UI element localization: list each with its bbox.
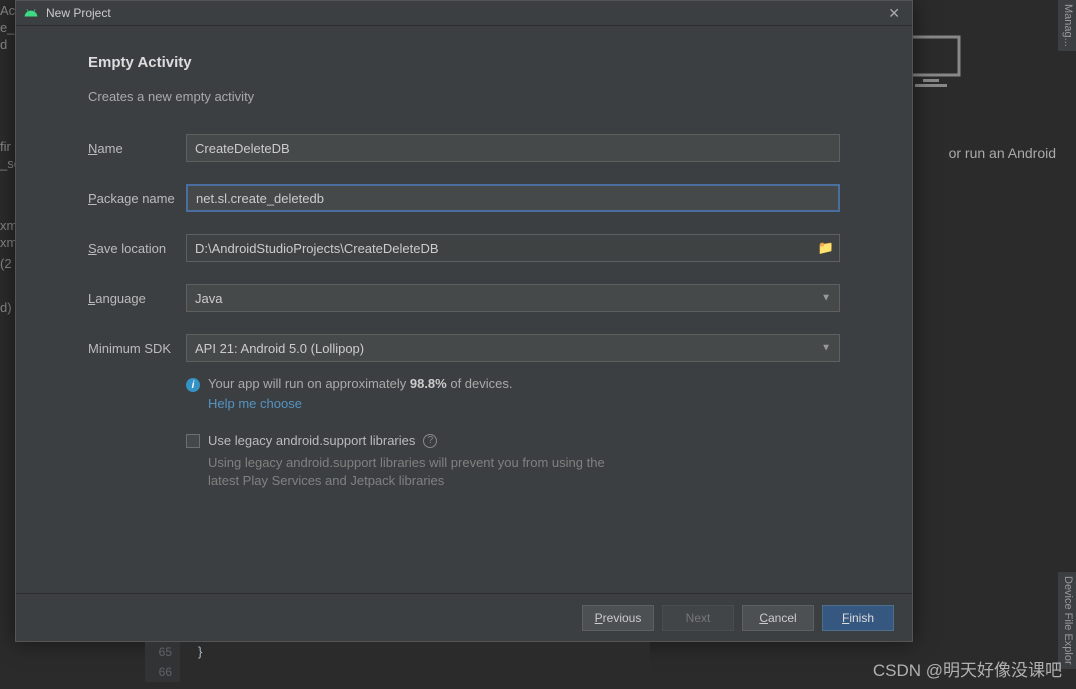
android-icon: [24, 6, 38, 20]
help-icon[interactable]: ?: [423, 434, 437, 448]
code-line: }: [180, 642, 650, 682]
next-button: Next: [662, 605, 734, 631]
bg-frag: d): [0, 300, 12, 315]
save-location-label: Save location: [88, 241, 186, 256]
dialog-content: Empty Activity Creates a new empty activ…: [16, 26, 912, 593]
info-icon: i: [186, 378, 200, 392]
legacy-checkbox-label: Use legacy android.support libraries: [208, 433, 415, 448]
legacy-checkbox[interactable]: [186, 434, 200, 448]
side-tab-explorer[interactable]: Device File Explor: [1058, 572, 1076, 669]
legacy-note: Using legacy android.support libraries w…: [208, 454, 608, 490]
watermark: CSDN @明天好像没课吧: [873, 656, 1062, 681]
finish-button[interactable]: Finish: [822, 605, 894, 631]
previous-button[interactable]: Previous: [582, 605, 654, 631]
bg-frag: (2: [0, 256, 12, 271]
chevron-down-icon: ▼: [821, 343, 831, 354]
name-label: Name: [88, 141, 186, 156]
button-bar: Previous Next Cancel Finish: [16, 593, 912, 641]
min-sdk-select[interactable]: API 21: Android 5.0 (Lollipop) ▼: [186, 334, 840, 362]
language-select[interactable]: Java ▼: [186, 284, 840, 312]
language-label: Language: [88, 291, 186, 306]
new-project-dialog: New Project ✕ Empty Activity Creates a n…: [15, 0, 913, 642]
close-icon[interactable]: ✕: [884, 5, 904, 22]
side-tab[interactable]: Manag...: [1058, 0, 1076, 51]
page-title: Empty Activity: [88, 54, 840, 71]
bg-run-text: or run an Android: [949, 145, 1056, 161]
chevron-down-icon: ▼: [821, 293, 831, 304]
dialog-title: New Project: [46, 6, 884, 20]
help-me-choose-link[interactable]: Help me choose: [208, 396, 840, 411]
bg-frag: fir: [0, 139, 11, 154]
device-coverage-text: Your app will run on approximately 98.8%…: [208, 376, 513, 391]
save-location-input[interactable]: [186, 234, 840, 262]
cancel-button[interactable]: Cancel: [742, 605, 814, 631]
min-sdk-value: API 21: Android 5.0 (Lollipop): [195, 341, 364, 356]
gutter: 65 66: [145, 642, 180, 682]
page-subtitle: Creates a new empty activity: [88, 89, 840, 104]
package-input[interactable]: [186, 184, 840, 212]
name-input[interactable]: [186, 134, 840, 162]
editor-background: 65 66 }: [145, 642, 650, 682]
titlebar: New Project ✕: [16, 1, 912, 26]
min-sdk-label: Minimum SDK: [88, 341, 186, 356]
folder-icon[interactable]: 📁: [818, 240, 834, 256]
bg-frag: d: [0, 37, 7, 52]
bg-frag: Ac: [0, 3, 15, 18]
language-value: Java: [195, 291, 222, 306]
package-label: Package name: [88, 191, 186, 206]
